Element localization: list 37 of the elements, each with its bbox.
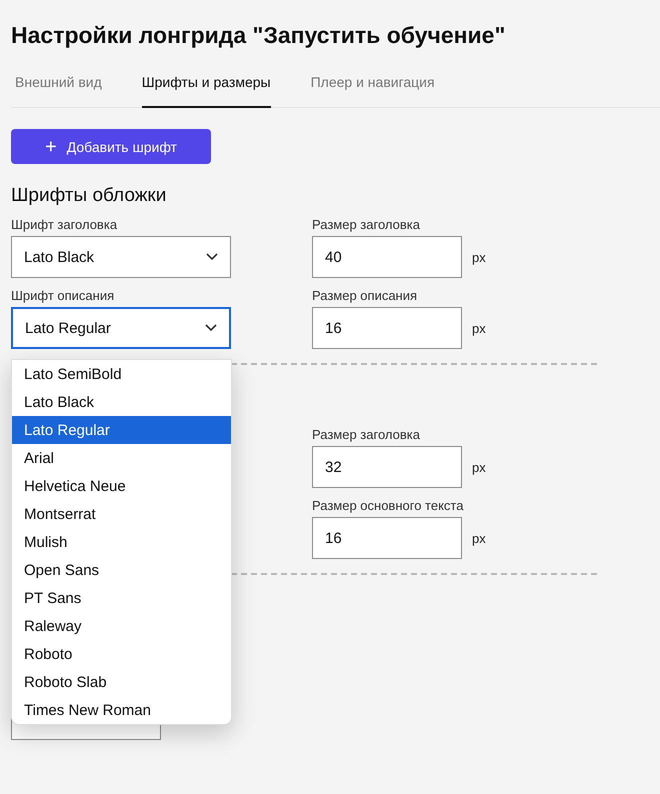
dropdown-option[interactable]: Arial bbox=[12, 444, 231, 472]
add-font-button[interactable]: + Добавить шрифт bbox=[11, 129, 211, 164]
dropdown-option[interactable]: Lato SemiBold bbox=[12, 360, 231, 388]
dropdown-option[interactable]: Montserrat bbox=[12, 500, 231, 528]
dropdown-option[interactable]: Helvetica Neue bbox=[12, 472, 231, 500]
tab[interactable]: Внешний вид bbox=[15, 68, 102, 108]
unit-label: px bbox=[472, 530, 486, 546]
unit-label: px bbox=[472, 250, 486, 264]
unit-label: px bbox=[472, 460, 486, 474]
tab[interactable]: Шрифты и размеры bbox=[142, 68, 271, 108]
dropdown-option[interactable]: Times New Roman bbox=[12, 696, 231, 724]
field-label: Размер основного текста bbox=[312, 498, 464, 514]
size-input[interactable]: 16 bbox=[312, 517, 462, 559]
size-input[interactable]: 40 bbox=[312, 236, 462, 278]
tab[interactable]: Плеер и навигация bbox=[310, 68, 435, 108]
chevron-down-icon bbox=[205, 324, 217, 332]
font-select[interactable]: Lato Regular bbox=[11, 307, 231, 349]
unit-label: px bbox=[472, 320, 486, 336]
dropdown-option[interactable]: PT Sans bbox=[12, 584, 231, 612]
dropdown-option[interactable]: Open Sans bbox=[12, 556, 231, 584]
size-input[interactable]: 32 bbox=[312, 446, 462, 488]
size-input[interactable]: 16 bbox=[312, 307, 462, 349]
dropdown-option[interactable]: Roboto bbox=[12, 640, 231, 668]
dropdown-option[interactable]: Roboto Slab bbox=[12, 668, 231, 696]
field-label: Шрифт заголовка bbox=[11, 217, 118, 233]
dropdown-option[interactable]: Lato Black bbox=[12, 388, 231, 416]
field-label: Размер описания bbox=[312, 288, 418, 304]
chevron-down-icon bbox=[206, 253, 218, 261]
dropdown-option[interactable]: Lato Regular bbox=[12, 416, 231, 444]
field-label: Размер заголовка bbox=[312, 217, 421, 233]
page-title: Настройки лонгрида "Запустить обучение" bbox=[11, 21, 506, 50]
field-label: Размер заголовка bbox=[312, 427, 421, 443]
dropdown-option[interactable]: Mulish bbox=[12, 528, 231, 556]
field-label: Шрифт описания bbox=[11, 288, 116, 304]
font-select[interactable]: Lato Black bbox=[11, 236, 231, 278]
dropdown-option[interactable]: Raleway bbox=[12, 612, 231, 640]
section-heading: Шрифты обложки bbox=[11, 185, 168, 207]
